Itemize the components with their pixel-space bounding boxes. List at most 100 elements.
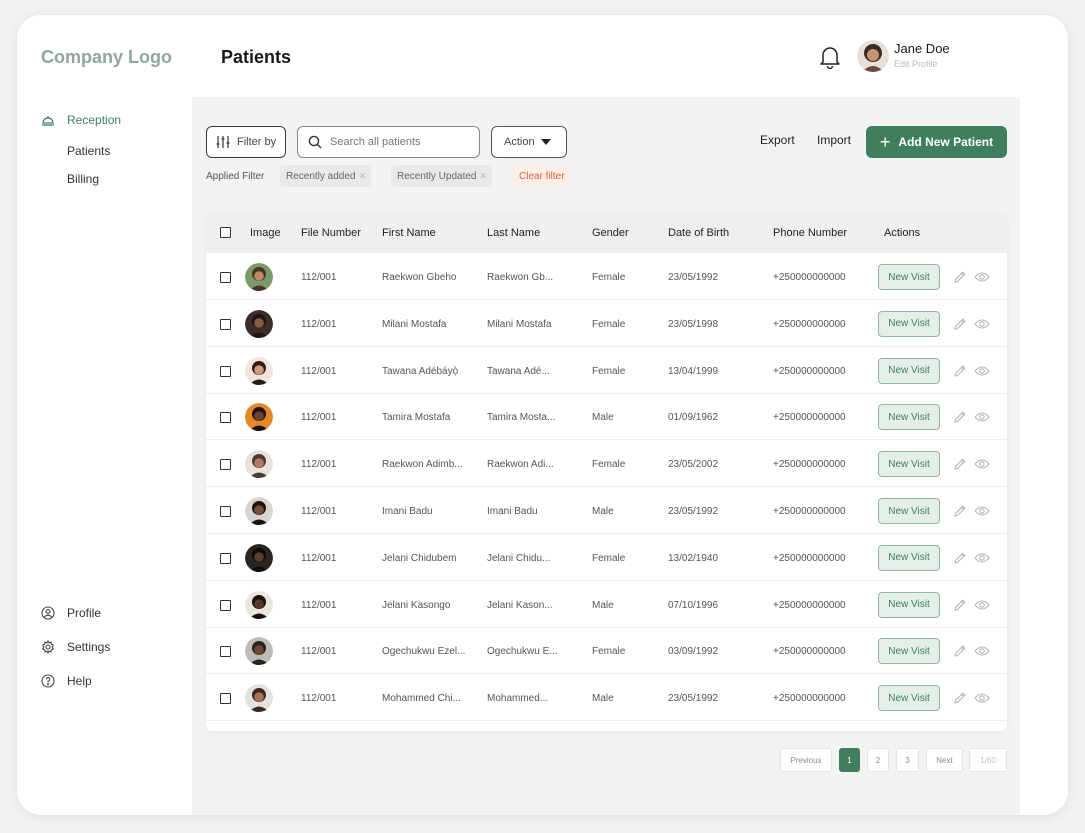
cell-gender: Male <box>592 412 614 424</box>
search-icon <box>308 135 322 149</box>
table-row[interactable]: 112/001 Jelani Kasongo Jelani Kason... Male… <box>206 581 1007 628</box>
eye-icon[interactable] <box>974 318 990 330</box>
table-row[interactable]: 112/001 Tawana Adébáyọ̀ Tawana Adé... Femal… <box>206 347 1007 394</box>
eye-icon[interactable] <box>974 645 990 657</box>
eye-icon[interactable] <box>974 599 990 611</box>
sidebar-item-patients[interactable]: Patients <box>67 144 110 158</box>
sidebar-item-reception[interactable]: Reception <box>41 113 121 127</box>
eye-icon[interactable] <box>974 271 990 283</box>
table-row[interactable]: 112/001 Tamira Mostafa Tamira Mosta... Male… <box>206 393 1007 441</box>
pencil-icon[interactable] <box>953 317 967 331</box>
pencil-icon[interactable] <box>953 270 967 284</box>
previous-page-button[interactable]: Previous <box>780 748 832 772</box>
column-header-image[interactable]: Image <box>250 227 281 239</box>
row-checkbox[interactable] <box>220 318 231 330</box>
eye-icon[interactable] <box>974 411 990 423</box>
pencil-icon[interactable] <box>953 410 967 424</box>
row-checkbox[interactable] <box>220 412 231 424</box>
column-header-actions: Actions <box>884 227 921 239</box>
cell-file-number: 112/001 <box>301 365 337 377</box>
column-header-phone-number[interactable]: Phone Number <box>773 227 847 239</box>
new-visit-button[interactable]: New Visit <box>878 357 940 384</box>
company-logo[interactable]: Company Logo <box>41 47 172 68</box>
sidebar-item-profile[interactable]: Profile <box>41 606 101 620</box>
pencil-icon[interactable] <box>953 551 967 565</box>
close-icon[interactable]: × <box>360 171 366 182</box>
table-row[interactable]: 112/001 Imani Badu Imani Badu Male 23/05/199… <box>206 487 1007 534</box>
filter-button[interactable]: Filter by <box>206 126 286 158</box>
row-checkbox[interactable] <box>220 693 231 705</box>
row-checkbox[interactable] <box>220 646 231 658</box>
new-visit-button[interactable]: New Visit <box>878 404 940 431</box>
new-visit-button[interactable]: New Visit <box>878 498 940 524</box>
new-visit-button[interactable]: New Visit <box>878 638 940 665</box>
row-checkbox[interactable] <box>220 272 231 283</box>
action-dropdown[interactable]: Action <box>491 126 567 158</box>
table-row[interactable]: 112/001 Ogechukwu Ezel... Ogechukwu E... Fe… <box>206 627 1007 675</box>
page-button-1[interactable]: 1 <box>839 748 860 772</box>
new-visit-button[interactable]: New Visit <box>878 451 940 478</box>
cell-first-name: Mohammed Chi... <box>382 693 461 705</box>
add-new-patient-button[interactable]: + Add New Patient <box>866 126 1007 158</box>
table-row[interactable]: 112/001 Milani Mostafa Milani Mostafa Femal… <box>206 300 1007 347</box>
column-header-file-number[interactable]: File Number <box>301 227 361 239</box>
column-header-gender[interactable]: Gender <box>592 227 629 239</box>
sidebar-item-help[interactable]: Help <box>41 674 92 688</box>
row-checkbox[interactable] <box>220 365 231 377</box>
sidebar-item-settings[interactable]: Settings <box>41 640 110 654</box>
table-row[interactable]: 112/001 Jelani Chidubem Jelani Chidu... Fem… <box>206 534 1007 581</box>
cell-last-name: Tawana Adé... <box>487 365 550 377</box>
edit-profile-link[interactable]: Edit Profile <box>894 59 938 69</box>
select-all-checkbox[interactable] <box>220 227 231 238</box>
eye-icon[interactable] <box>974 552 990 564</box>
new-visit-button[interactable]: New Visit <box>878 685 940 712</box>
cell-date-of-birth: 23/05/1992 <box>668 506 719 517</box>
filter-chip-recently-updated[interactable]: Recently Updated × <box>391 165 493 187</box>
new-visit-button[interactable]: New Visit <box>878 310 940 337</box>
next-page-button[interactable]: Next <box>926 748 963 772</box>
cell-gender: Female <box>592 646 626 658</box>
table-row[interactable]: 112/001 Mohammed Chi... Mohammed... Male 23/… <box>206 674 1007 722</box>
pencil-icon[interactable] <box>953 364 967 378</box>
cell-file-number: 112/001 <box>301 272 337 283</box>
filter-label: Filter by <box>237 136 277 148</box>
import-link[interactable]: Import <box>817 133 851 147</box>
column-header-last-name[interactable]: Last Name <box>487 227 540 239</box>
filter-chip-recently-added[interactable]: Recently added × <box>280 165 372 187</box>
export-link[interactable]: Export <box>760 133 795 147</box>
column-header-first-name[interactable]: First Name <box>382 227 436 239</box>
cell-gender: Male <box>592 506 614 517</box>
cell-phone-number: +250000000000 <box>773 646 846 658</box>
cell-first-name: Tamira Mostafa <box>382 412 451 424</box>
search-box[interactable] <box>297 126 480 158</box>
user-circle-icon <box>41 606 55 620</box>
eye-icon[interactable] <box>974 505 990 517</box>
row-checkbox[interactable] <box>220 599 231 611</box>
eye-icon[interactable] <box>974 365 990 377</box>
row-checkbox[interactable] <box>220 459 231 471</box>
search-input[interactable] <box>330 136 470 148</box>
table-row[interactable]: 112/001 Raekwon Gbeho Raekwon Gb... Female 2… <box>206 253 1007 300</box>
new-visit-button[interactable]: New Visit <box>878 544 940 571</box>
clear-filter-button[interactable]: Clear filter <box>512 165 572 187</box>
table-row[interactable]: 112/001 Raekwon Adimb... Raekwon Adi... Fem… <box>206 440 1007 488</box>
pencil-icon[interactable] <box>953 598 967 612</box>
row-checkbox[interactable] <box>220 506 231 517</box>
patient-avatar <box>245 497 273 525</box>
new-visit-button[interactable]: New Visit <box>878 591 940 618</box>
page-button-2[interactable]: 2 <box>867 748 889 772</box>
close-icon[interactable]: × <box>481 171 487 182</box>
pencil-icon[interactable] <box>953 504 967 518</box>
bell-icon[interactable] <box>819 45 841 70</box>
sidebar-item-billing[interactable]: Billing <box>67 172 99 186</box>
eye-icon[interactable] <box>974 692 990 704</box>
eye-icon[interactable] <box>974 458 990 470</box>
pencil-icon[interactable] <box>953 644 967 658</box>
user-avatar[interactable] <box>857 40 889 72</box>
row-checkbox[interactable] <box>220 552 231 564</box>
page-button-3[interactable]: 3 <box>896 748 919 772</box>
pencil-icon[interactable] <box>953 691 967 705</box>
column-header-date-of-birth[interactable]: Date of Birth <box>668 227 729 239</box>
new-visit-button[interactable]: New Visit <box>878 264 940 290</box>
pencil-icon[interactable] <box>953 457 967 471</box>
